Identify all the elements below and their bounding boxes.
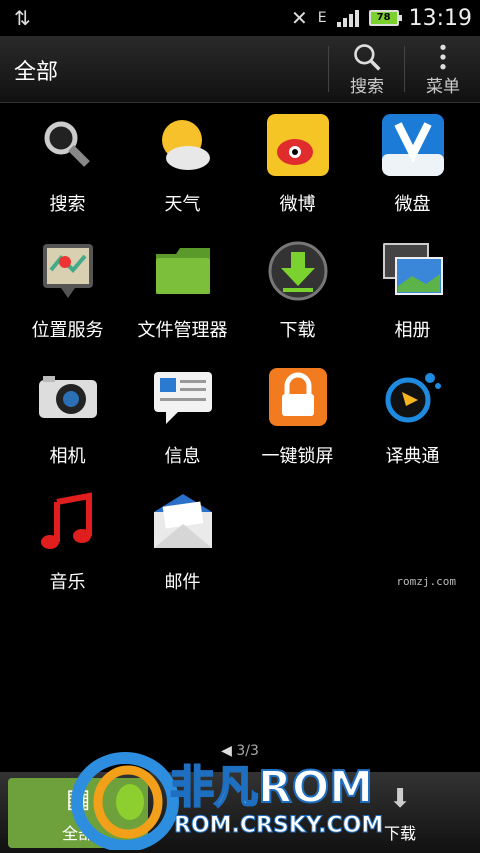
app-label: 微盘 xyxy=(394,194,431,215)
app-file-manager[interactable]: 文件管理器 xyxy=(125,240,240,342)
app-screen-lock[interactable]: 一键锁屏 xyxy=(240,366,355,468)
battery-level: 78 xyxy=(370,12,397,24)
app-search[interactable]: 搜索 xyxy=(10,114,125,216)
logo-brand: 非凡ROM xyxy=(170,762,373,813)
logo: 非凡ROM ROM.CRSKY.COM xyxy=(71,752,384,850)
app-mail[interactable]: 邮件 xyxy=(125,492,240,594)
weibo-icon xyxy=(266,114,329,176)
folder-icon xyxy=(155,248,210,294)
app-label: 微博 xyxy=(279,194,316,215)
divider xyxy=(404,46,405,92)
app-label: 相册 xyxy=(394,320,431,341)
data-transfer-icon: ⇅ xyxy=(14,6,31,30)
app-label: 搜索 xyxy=(49,194,86,215)
app-label: 天气 xyxy=(164,194,201,215)
menu-button[interactable]: 菜单 xyxy=(406,36,480,102)
app-weather[interactable]: 天气 xyxy=(125,114,240,216)
app-location-services[interactable]: 位置服务 xyxy=(10,240,125,342)
app-label: 音乐 xyxy=(49,572,86,593)
watermark: romzj.com xyxy=(396,575,456,588)
action-bar: 全部 搜索 菜单 xyxy=(0,36,480,103)
clock: 13:19 xyxy=(408,5,472,31)
app-camera[interactable]: 相机 xyxy=(10,366,125,468)
search-icon xyxy=(44,121,90,167)
app-download[interactable]: 下载 xyxy=(240,240,355,342)
app-music[interactable]: 音乐 xyxy=(10,492,125,594)
app-label: 一键锁屏 xyxy=(261,446,334,467)
divider xyxy=(328,46,329,92)
lock-icon xyxy=(268,368,327,426)
search-icon xyxy=(354,44,381,71)
app-gallery[interactable]: 相册 xyxy=(355,240,470,342)
app-label: 邮件 xyxy=(164,572,201,593)
app-label: 译典通 xyxy=(385,446,440,467)
logo-url: ROM.CRSKY.COM xyxy=(174,813,383,838)
app-label: 下载 xyxy=(279,320,316,341)
search-button[interactable]: 搜索 xyxy=(330,36,404,102)
menu-icon xyxy=(440,44,446,70)
search-label: 搜索 xyxy=(350,77,384,97)
battery-icon: 78 xyxy=(368,10,402,26)
app-label: 相机 xyxy=(49,446,86,467)
weather-icon xyxy=(161,120,210,170)
camera-icon xyxy=(38,376,97,418)
dictionary-icon xyxy=(385,373,441,423)
music-icon xyxy=(40,492,92,549)
app-messages[interactable]: 信息 xyxy=(125,366,240,468)
app-label: 信息 xyxy=(164,446,201,467)
app-label: 位置服务 xyxy=(31,320,104,341)
app-weibo[interactable]: 微博 xyxy=(240,114,355,216)
app-vdisk[interactable]: 微盘 xyxy=(355,114,470,216)
mail-icon xyxy=(153,494,212,548)
page-title[interactable]: 全部 xyxy=(14,54,58,86)
status-indicators: ✕ E 78 13:19 xyxy=(291,4,472,32)
app-label: 文件管理器 xyxy=(137,320,228,341)
app-dictionary[interactable]: 译典通 xyxy=(355,366,470,468)
menu-label: 菜单 xyxy=(426,77,460,97)
status-bar: ⇅ ✕ E 78 13:19 xyxy=(0,0,480,36)
map-icon xyxy=(42,244,93,298)
mute-icon: ✕ xyxy=(290,6,308,30)
vdisk-icon xyxy=(381,114,444,176)
download-icon xyxy=(268,241,327,301)
gallery-icon xyxy=(382,243,443,295)
signal-icon xyxy=(336,9,359,27)
network-type: E xyxy=(317,10,327,26)
message-icon xyxy=(153,372,212,424)
